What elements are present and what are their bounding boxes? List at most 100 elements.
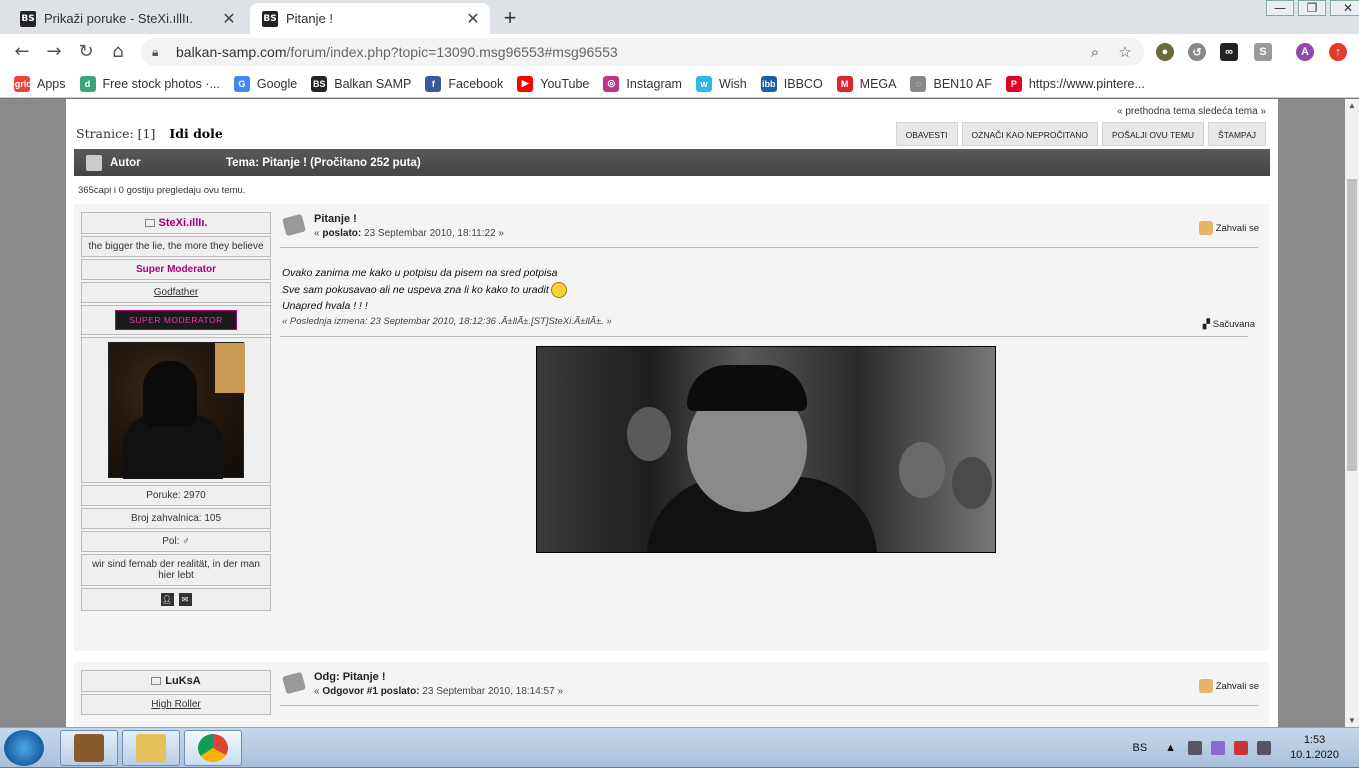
- bookmark-label: Facebook: [448, 76, 504, 91]
- bookmark-item[interactable]: apps-grid-iconApps: [0, 75, 66, 92]
- close-window-icon[interactable]: ✕: [1330, 0, 1359, 16]
- address-bar[interactable]: 🔒︎ balkan-samp.com/forum/index.php?topic…: [141, 38, 1144, 66]
- topic-navigation[interactable]: « prethodna tema sledeća tema »: [1117, 106, 1266, 117]
- pen-icon[interactable]: [1211, 741, 1226, 755]
- bookmark-item[interactable]: BS Balkan SAMP: [311, 75, 411, 92]
- poster-info: LuKsA High Roller: [81, 670, 271, 717]
- send-topic-button[interactable]: POŠALJI OVU TEMU: [1102, 122, 1205, 146]
- bookmark-item[interactable]: ibb IBBCO: [760, 75, 823, 92]
- browser-toolbar: ← → ↻ ⌂ 🔒︎ balkan-samp.com/forum/index.p…: [0, 34, 1359, 70]
- poster-gender: Pol: ♂: [81, 531, 271, 552]
- poster-thanks-count: Broj zahvalnica: 105: [81, 508, 271, 529]
- meta-label: poslato:: [322, 228, 362, 239]
- bookmark-item[interactable]: ▶ YouTube: [517, 75, 590, 92]
- zoom-search-icon[interactable]: ⌕: [1084, 43, 1106, 61]
- scrollbar-thumb[interactable]: [1347, 179, 1357, 471]
- bookmarks-bar: apps-grid-iconApps dFree stock photos ·..…: [0, 70, 1359, 98]
- print-button[interactable]: ŠTAMPAJ: [1208, 122, 1266, 146]
- tab-pitanje[interactable]: BS Pitanje ! ✕: [250, 3, 490, 34]
- page-viewport: « prethodna tema sledeća tema » Stranice…: [0, 99, 1345, 727]
- bookmark-label: YouTube: [540, 76, 590, 91]
- mark-unread-button[interactable]: OZNAČI KAO NEPROČITANO: [961, 122, 1099, 146]
- meta-date: 23 Septembar 2010, 18:14:57 »: [419, 686, 564, 697]
- scroll-up-icon[interactable]: ▲: [1345, 101, 1359, 110]
- update-icon[interactable]: ↑: [1329, 43, 1347, 61]
- bookmark-item[interactable]: ◎ Instagram: [603, 75, 682, 92]
- bookmark-star-icon[interactable]: ☆: [1114, 43, 1136, 61]
- poster-title-link[interactable]: High Roller: [151, 699, 200, 710]
- bookmark-label: Apps: [37, 76, 66, 91]
- poster-avatar-box: [81, 337, 271, 483]
- poster-signature-blurb: wir sind fernab der realität, in der man…: [81, 554, 271, 586]
- taskbar-app-game[interactable]: [60, 730, 118, 766]
- extension-history-icon[interactable]: ↺: [1188, 43, 1206, 61]
- smiley-icon: [550, 281, 567, 298]
- new-tab-button[interactable]: +: [498, 5, 522, 31]
- poster-name[interactable]: SteXi.ıllIı.: [81, 212, 271, 234]
- tab-prikazi-poruke[interactable]: BS Prikaži poruke - SteXi.ıllIı. ✕: [8, 3, 246, 34]
- personal-message-icon[interactable]: ✉︎: [178, 593, 192, 606]
- go-down-link[interactable]: Idi dole: [169, 126, 222, 141]
- post-line-with-smiley: Sve sam pokusavao ali ne uspeva zna li k…: [282, 281, 567, 299]
- thanks-button[interactable]: Zahvali se: [1198, 679, 1259, 693]
- post-title[interactable]: Odg: Pitanje !: [314, 671, 386, 683]
- language-indicator[interactable]: BS: [1132, 742, 1147, 754]
- extension-glasses-icon[interactable]: ∞: [1220, 43, 1238, 61]
- poster-title-link[interactable]: Godfather: [154, 287, 198, 298]
- post-meta: « poslato: 23 Septembar 2010, 18:11:22 »: [314, 228, 504, 239]
- notify-button[interactable]: OBAVESTI: [895, 122, 958, 146]
- bookmark-item[interactable]: ◌ BEN10 AF: [910, 75, 992, 92]
- bookmark-label: https://www.pintere...: [1028, 76, 1145, 91]
- signature-divider: [280, 336, 1248, 337]
- thanks-button[interactable]: Zahvali se: [1198, 221, 1259, 235]
- extension-s-icon[interactable]: S: [1254, 43, 1272, 61]
- bookmark-icon: BS: [311, 75, 328, 92]
- tab-strip: BS Prikaži poruke - SteXi.ıllIı. ✕ BS Pi…: [0, 0, 1359, 34]
- bookmark-item[interactable]: G Google: [233, 75, 297, 92]
- bookmark-item[interactable]: d Free stock photos ·...: [79, 75, 220, 92]
- clock[interactable]: 1:53 10.1.2020: [1290, 733, 1339, 763]
- restore-icon[interactable]: ❐: [1298, 0, 1326, 16]
- bookmark-item[interactable]: M MEGA: [836, 75, 896, 92]
- reload-icon[interactable]: ↻: [74, 40, 98, 64]
- page-scrollbar[interactable]: ▲ ▼: [1345, 99, 1359, 727]
- close-tab-icon[interactable]: ✕: [218, 9, 240, 29]
- bookmark-item[interactable]: w Wish: [695, 75, 747, 92]
- saved-icon: ▞: [1202, 319, 1213, 330]
- close-tab-icon[interactable]: ✕: [462, 9, 484, 29]
- avatar[interactable]: [108, 342, 245, 479]
- bookmark-item[interactable]: Phttps://www.pintere...: [1005, 75, 1145, 92]
- url-text[interactable]: balkan-samp.com/forum/index.php?topic=13…: [176, 44, 1084, 60]
- forward-arrow-icon[interactable]: →: [42, 40, 66, 64]
- system-tray: BS ▲ 1:53 10.1.2020: [1132, 728, 1339, 768]
- back-arrow-icon[interactable]: ←: [10, 40, 34, 64]
- network-icon[interactable]: [1188, 741, 1203, 755]
- taskbar-app-explorer[interactable]: [122, 730, 180, 766]
- taskbar-app-chrome[interactable]: [184, 730, 242, 766]
- forum-post: LuKsA High Roller Odg: Pitanje ! « Odgov…: [74, 662, 1269, 727]
- extension-bulb-icon[interactable]: ●: [1156, 43, 1174, 61]
- bookmark-icon: f: [425, 75, 442, 92]
- tab-title: Pitanje !: [286, 11, 333, 26]
- poster-name[interactable]: LuKsA: [81, 670, 271, 692]
- topic-buttons: OBAVESTI OZNAČI KAO NEPROČITANO POŠALJI …: [892, 122, 1266, 146]
- forum-content: « prethodna tema sledeća tema » Stranice…: [66, 99, 1278, 727]
- profile-avatar[interactable]: A: [1296, 43, 1314, 61]
- home-icon[interactable]: ⌂: [106, 40, 130, 64]
- action-center-icon[interactable]: [1234, 741, 1249, 755]
- minimize-icon[interactable]: —: [1266, 0, 1294, 16]
- scroll-down-icon[interactable]: ▼: [1345, 716, 1359, 725]
- message-icon: [282, 671, 306, 695]
- poster-group: Super Moderator: [81, 259, 271, 280]
- current-page[interactable]: [1]: [138, 126, 156, 141]
- post-line: Ovako zanima me kako u potpisu da pisem …: [282, 267, 558, 279]
- show-hidden-icons-icon[interactable]: ▲: [1165, 742, 1176, 754]
- volume-icon[interactable]: [1257, 741, 1272, 755]
- bookmark-label: Free stock photos ·...: [102, 76, 220, 91]
- start-button[interactable]: [4, 730, 44, 766]
- clock-time: 1:53: [1303, 734, 1326, 746]
- post-title[interactable]: Pitanje !: [314, 213, 357, 225]
- post-meta: « Odgovor #1 poslato: 23 Septembar 2010,…: [314, 686, 563, 697]
- bookmark-item[interactable]: f Facebook: [425, 75, 504, 92]
- profile-icon[interactable]: 👤︎: [160, 593, 174, 606]
